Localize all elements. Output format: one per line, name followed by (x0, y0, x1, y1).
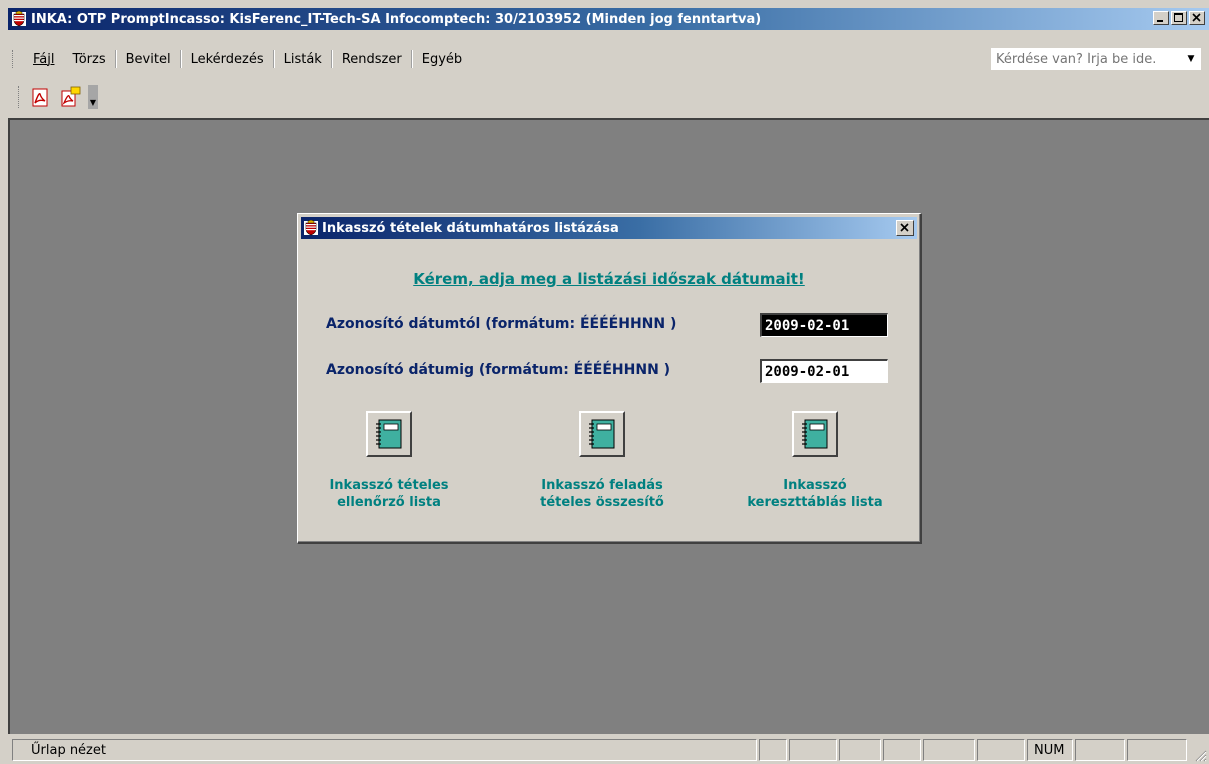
status-num-indicator: NUM (1027, 739, 1073, 761)
toolbar-grip[interactable] (18, 86, 22, 108)
help-search-box: ▼ (991, 48, 1201, 70)
pdf-export-button[interactable] (58, 85, 82, 109)
status-cell (759, 739, 787, 761)
status-text: Űrlap nézet (12, 739, 757, 761)
menubar-grip[interactable] (12, 50, 16, 68)
menu-bevitel[interactable]: Bevitel (117, 52, 180, 67)
status-cell (1127, 739, 1187, 761)
hungarian-crest-icon (304, 220, 318, 236)
report-notebook-icon (376, 419, 402, 449)
status-cell (923, 739, 975, 761)
menu-lekerdezes[interactable]: Lekérdezés (182, 52, 273, 67)
date-range-dialog: Inkasszó tételek dátumhatáros listázása … (297, 213, 922, 544)
toolbar-overflow-icon[interactable]: ▼ (88, 85, 98, 109)
dialog-titlebar: Inkasszó tételek dátumhatáros listázása (301, 217, 917, 239)
pdf-icon (32, 88, 48, 107)
help-search-input[interactable] (992, 50, 1184, 68)
dialog-heading: Kérem, adja meg a listázási időszak dátu… (413, 270, 805, 288)
dialog-title: Inkasszó tételek dátumhatáros listázása (322, 220, 619, 236)
report-submission-summary-caption: Inkasszó feladás tételes összesítő (540, 478, 664, 510)
dialog-close-button[interactable] (896, 220, 914, 236)
close-icon (900, 223, 909, 232)
report-itemized-check-button[interactable] (366, 411, 412, 457)
date-to-label: Azonosító dátumig (formátum: ÉÉÉÉHHNN ) (326, 362, 671, 378)
report-notebook-icon (589, 419, 615, 449)
window-title: INKA: OTP PromptIncasso: KisFerenc_IT-Te… (31, 11, 762, 27)
hungarian-crest-icon (12, 11, 26, 27)
menu-file[interactable]: Fájl (24, 52, 63, 67)
menu-rendszer[interactable]: Rendszer (333, 52, 411, 67)
resize-grip-icon[interactable] (1193, 748, 1207, 762)
maximize-icon (1174, 13, 1183, 22)
report-crosstab-caption: Inkasszó kereszttáblás lista (747, 478, 883, 510)
minimize-icon (1157, 20, 1163, 22)
menu-bar: Fájl Törzs Bevitel Lekérdezés Listák Ren… (8, 44, 1209, 74)
status-cell (839, 739, 881, 761)
date-from-label: Azonosító dátumtól (formátum: ÉÉÉÉHHNN ) (326, 316, 677, 332)
minimize-button[interactable] (1153, 11, 1169, 25)
report-crosstab-button[interactable] (792, 411, 838, 457)
status-cell (977, 739, 1025, 761)
status-cell (1075, 739, 1125, 761)
menu-egyeb[interactable]: Egyéb (413, 52, 471, 67)
date-from-input[interactable] (760, 313, 888, 337)
menu-listak[interactable]: Listák (275, 52, 331, 67)
date-to-input[interactable] (760, 359, 888, 383)
status-cell (883, 739, 921, 761)
pdf-button[interactable] (28, 85, 52, 109)
toolbar: ▼ (8, 78, 1209, 116)
window-controls (1151, 11, 1205, 25)
report-itemized-check-caption: Inkasszó tételes ellenőrző lista (329, 478, 449, 510)
close-button[interactable] (1189, 11, 1205, 25)
pdf-export-icon (61, 86, 81, 107)
status-cell (789, 739, 837, 761)
report-notebook-icon (802, 419, 828, 449)
menu-torzs[interactable]: Törzs (63, 52, 114, 67)
close-icon (1192, 13, 1201, 22)
window-titlebar: INKA: OTP PromptIncasso: KisFerenc_IT-Te… (8, 8, 1209, 30)
report-submission-summary-button[interactable] (579, 411, 625, 457)
status-bar: Űrlap nézet NUM (8, 736, 1209, 764)
chevron-down-icon[interactable]: ▼ (1184, 54, 1198, 64)
maximize-button[interactable] (1171, 11, 1187, 25)
toolbar-strip: ▼ (14, 82, 126, 112)
